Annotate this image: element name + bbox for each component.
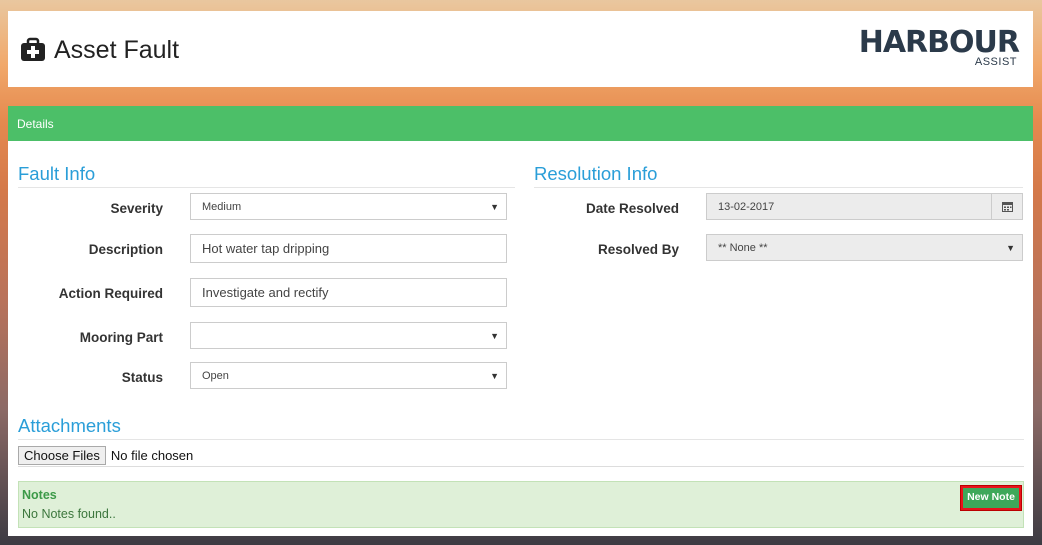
mooring-part-select[interactable]: ▼ — [190, 322, 507, 349]
description-label: Description — [88, 242, 163, 257]
resolved-by-value: ** None ** — [718, 242, 768, 254]
medical-kit-icon — [20, 37, 46, 63]
description-value: Hot water tap dripping — [202, 241, 330, 256]
action-required-input[interactable]: Investigate and rectify — [190, 278, 507, 307]
chevron-down-icon: ▼ — [490, 202, 499, 212]
notes-empty-text: No Notes found.. — [22, 507, 116, 521]
chevron-down-icon: ▼ — [1006, 243, 1015, 253]
calendar-icon[interactable] — [991, 194, 1022, 219]
chevron-down-icon: ▼ — [490, 371, 499, 381]
description-input[interactable]: Hot water tap dripping — [190, 234, 507, 263]
attachments-title: Attachments — [18, 415, 1024, 440]
severity-value: Medium — [202, 201, 242, 213]
panel-heading: Details — [8, 106, 1033, 141]
logo-sub-text: ASSIST — [974, 56, 1017, 68]
severity-select[interactable]: Medium ▼ — [190, 193, 507, 220]
action-required-value: Investigate and rectify — [202, 285, 329, 300]
page-header: Asset Fault HARBOUR ASSIST — [8, 11, 1033, 87]
no-file-chosen-text: No file chosen — [110, 448, 194, 463]
harbour-assist-logo: HARBOUR ASSIST — [858, 25, 1020, 74]
file-upload: Choose Files No file chosen — [18, 446, 193, 465]
date-resolved-value: 13-02-2017 — [718, 201, 775, 213]
fault-info-title: Fault Info — [18, 163, 515, 188]
page-title: Asset Fault — [54, 36, 180, 64]
new-note-button[interactable]: New Note — [961, 486, 1021, 510]
attachments-divider — [18, 466, 1024, 467]
action-required-label: Action Required — [58, 286, 163, 301]
date-resolved-input[interactable]: 13-02-2017 — [706, 193, 1023, 220]
severity-label: Severity — [110, 201, 163, 216]
date-resolved-label: Date Resolved — [585, 201, 679, 216]
chevron-down-icon: ▼ — [490, 331, 499, 341]
resolved-by-select[interactable]: ** None ** ▼ — [706, 234, 1023, 261]
status-value: Open — [202, 370, 229, 382]
notes-panel: Notes No Notes found.. New Note — [18, 481, 1024, 528]
choose-files-button[interactable]: Choose Files — [18, 446, 106, 465]
page-title-group: Asset Fault — [20, 35, 179, 65]
notes-title: Notes — [22, 488, 57, 502]
status-select[interactable]: Open ▼ — [190, 362, 507, 389]
resolution-info-title: Resolution Info — [534, 163, 1023, 188]
resolved-by-label: Resolved By — [597, 242, 679, 257]
details-panel: Details Fault Info Severity Medium ▼ Des… — [8, 106, 1033, 536]
logo-main-text: HARBOUR — [858, 25, 1020, 60]
mooring-part-label: Mooring Part — [79, 330, 163, 345]
status-label: Status — [121, 370, 163, 385]
